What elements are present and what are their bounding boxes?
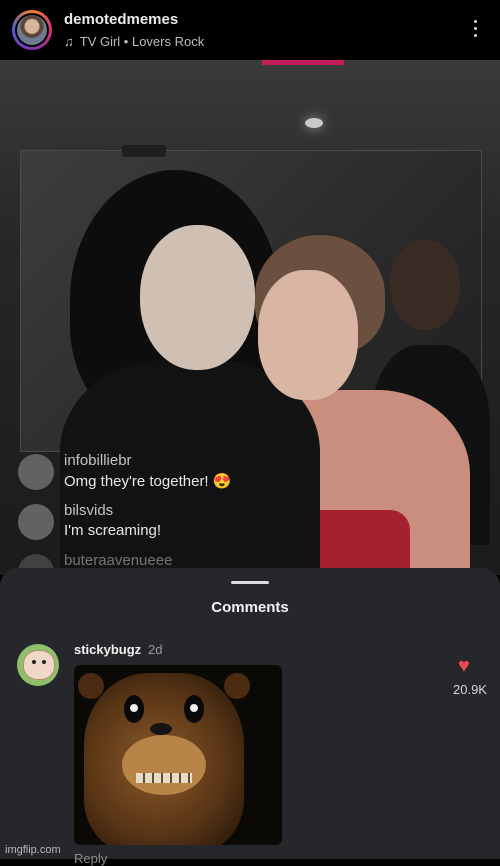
watermark: imgflip.com	[5, 844, 61, 856]
live-comment: infobilliebr Omg they're together! 😍	[18, 450, 418, 500]
comment-image[interactable]	[74, 665, 282, 845]
like-count: 20.9K	[453, 682, 487, 697]
post-header: demotedmemes ♫ TV Girl • Lovers Rock	[0, 0, 500, 60]
avatar	[18, 454, 54, 490]
avatar	[18, 504, 54, 540]
heart-icon[interactable]: ♥	[458, 656, 478, 676]
poster-avatar[interactable]	[12, 10, 52, 50]
live-comment-text: I'm screaming!	[64, 522, 162, 539]
music-attribution[interactable]: ♫ TV Girl • Lovers Rock	[64, 34, 204, 49]
music-title: TV Girl • Lovers Rock	[79, 34, 205, 49]
live-comment-user: bilsvids	[64, 502, 114, 519]
comment-timestamp: 2d	[148, 642, 163, 657]
commenter-avatar[interactable]	[17, 644, 59, 686]
live-comment-user: buteraavenueee	[64, 552, 173, 569]
live-comment-user: infobilliebr	[64, 452, 132, 469]
music-note-icon: ♫	[64, 34, 74, 49]
post-photo: infobilliebr Omg they're together! 😍 bil…	[0, 60, 500, 575]
drag-handle[interactable]	[231, 581, 269, 584]
poster-username[interactable]: demotedmemes	[64, 11, 178, 28]
sheet-title: Comments	[211, 599, 289, 616]
live-comments-overlay: infobilliebr Omg they're together! 😍 bil…	[18, 450, 418, 575]
live-comment: bilsvids I'm screaming!	[18, 500, 418, 550]
live-comment-text: Omg they're together! 😍	[64, 473, 232, 490]
comments-sheet[interactable]: Comments stickybugz 2d ♥ 20.9K Reply	[0, 568, 500, 866]
comment-username[interactable]: stickybugz	[74, 642, 141, 657]
more-vertical-icon[interactable]	[474, 20, 478, 40]
